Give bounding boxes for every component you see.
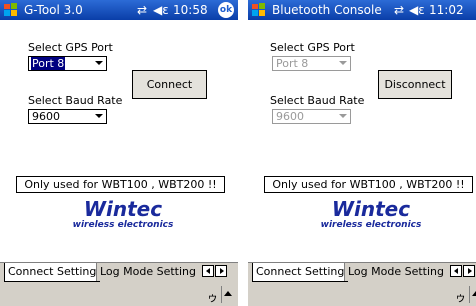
windows-flag-icon[interactable] [251,2,267,18]
input-method-icon[interactable]: ゥ [455,289,466,305]
disconnect-button[interactable]: Disconnect [378,70,452,99]
gps-port-label: Select GPS Port [28,41,113,54]
baud-rate-select[interactable]: 9600 [28,109,107,124]
tab-scroll-right-icon[interactable] [215,265,227,277]
tab-log-mode-setting[interactable]: Log Mode Setting [344,263,447,281]
tab-log-mode-setting[interactable]: Log Mode Setting [96,263,199,281]
title-bar: G-Tool 3.0 ⇄ ◀ε 10:58 ok [0,0,238,20]
baud-rate-value: 9600 [32,110,60,123]
gps-port-select[interactable]: Port 8 [28,56,107,71]
tab-bar: Connect Setting Log Mode Setting [0,262,238,283]
chevron-up-icon [224,291,232,296]
baud-rate-label: Select Baud Rate [28,94,123,107]
baud-rate-select[interactable]: 9600 [272,109,351,124]
ok-button[interactable]: ok [218,2,234,18]
chevron-down-icon[interactable] [339,114,347,118]
input-method-icon[interactable]: ゥ [207,289,218,305]
compatibility-note: Only used for WBT100 , WBT200 !! [264,176,473,193]
logo-brand: Wintec [84,197,162,221]
compatibility-note: Only used for WBT100 , WBT200 !! [16,176,225,193]
tab-scroll-left-icon[interactable] [202,265,214,277]
clock[interactable]: 11:02 [429,3,464,17]
input-panel-button[interactable] [221,286,234,303]
tab-bar: Connect Setting Log Mode Setting [248,262,476,283]
menu-bar: ゥ [248,283,476,306]
chevron-down-icon[interactable] [95,61,103,65]
chevron-down-icon[interactable] [339,61,347,65]
windows-flag-icon[interactable] [3,2,19,18]
signal-icon[interactable]: ⇄ [137,3,147,17]
connect-button[interactable]: Connect [132,70,207,99]
wintec-logo: Wintec wireless electronics [321,197,422,230]
input-panel-button[interactable] [469,286,476,303]
title-bar: Bluetooth Console ⇄ ◀ε 11:02 [248,0,476,20]
baud-rate-label: Select Baud Rate [270,94,365,107]
gps-port-value: Port 8 [31,57,66,70]
tab-connect-setting[interactable]: Connect Setting [252,263,349,282]
wintec-logo: Wintec wireless electronics [73,197,174,230]
gps-port-label: Select GPS Port [270,41,355,54]
bluetooth-console-window: Bluetooth Console ⇄ ◀ε 11:02 Select GPS … [248,0,476,306]
chevron-up-icon [472,291,476,296]
gtool-window: G-Tool 3.0 ⇄ ◀ε 10:58 ok Select GPS Port… [0,0,238,306]
speaker-icon[interactable]: ◀ε [409,3,425,17]
speaker-icon[interactable]: ◀ε [153,3,169,17]
tab-scroll-left-icon[interactable] [450,265,462,277]
clock[interactable]: 10:58 [173,3,208,17]
menu-bar: ゥ [0,283,238,306]
app-title: Bluetooth Console [272,3,382,17]
chevron-down-icon[interactable] [95,114,103,118]
logo-tagline: wireless electronics [73,220,174,230]
logo-brand: Wintec [332,197,410,221]
gps-port-select[interactable]: Port 8 [272,56,351,71]
tab-connect-setting[interactable]: Connect Setting [4,263,101,282]
app-title: G-Tool 3.0 [24,3,83,17]
tab-scroll-right-icon[interactable] [463,265,475,277]
logo-tagline: wireless electronics [321,220,422,230]
gps-port-value: Port 8 [276,57,309,70]
signal-icon[interactable]: ⇄ [394,3,404,17]
baud-rate-value: 9600 [276,110,304,123]
